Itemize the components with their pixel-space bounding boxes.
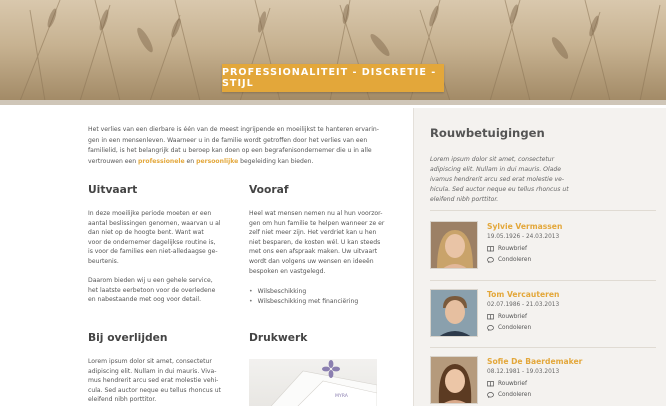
main-content: Het verlies van een dierbare is één van … [88,125,394,406]
hero-tagline: PROFESSIONALITEIT - DISCRETIE - STIJL [222,64,444,92]
rouwbrief-link[interactable]: Rouwbrief [487,381,527,387]
heading-vooraf[interactable]: Vooraf [249,183,394,196]
person-dates: 19.05.1926 - 24.03.2013 [487,234,560,240]
person-name[interactable]: Sylvie Vermassen [487,222,562,231]
vooraf-text: Heel wat mensen nemen nu al hun voorzor-… [249,210,385,275]
speech-bubble-icon [487,392,494,398]
link-wilsbeschikking-financiering[interactable]: Wilsbeschikking met financiëring [249,297,394,307]
card-text: MYRA [335,393,349,399]
link-professionele[interactable]: professionele [138,158,185,165]
heading-bij-overlijden[interactable]: Bij overlijden [88,331,233,344]
rouwbrief-link[interactable]: Rouwbrief [487,314,527,320]
vooraf-links: Wilsbeschikking Wilsbeschikking met fina… [249,287,394,307]
section-uitvaart: Uitvaart In deze moeilijke periode moete… [88,183,233,305]
heading-drukwerk[interactable]: Drukwerk [249,331,394,344]
person-name[interactable]: Sofie De Baerdemaker [487,357,582,366]
obituary-item: Sylvie Vermassen 19.05.1926 - 24.03.2013… [430,221,656,271]
divider [430,347,656,348]
sidebar-rouwbetuigingen: Rouwbetuigingen Lorem ipsum dolor sit am… [413,108,666,406]
hero-divider [0,100,666,105]
hero-banner: PROFESSIONALITEIT - DISCRETIE - STIJL [0,0,666,101]
speech-bubble-icon [487,257,494,263]
avatar[interactable] [430,221,478,269]
sidebar-intro: Lorem ipsum dolor sit amet, consectetur … [430,156,569,203]
drukwerk-image[interactable]: MYRA [249,359,377,406]
avatar[interactable] [430,356,478,404]
condoleren-link[interactable]: Condoleren [487,325,531,331]
uitvaart-text: In deze moeilijke periode moeten er een … [88,210,221,304]
obituary-item: Tom Vercauteren 02.07.1986 - 21.03.2013 … [430,289,656,339]
section-vooraf: Vooraf Heel wat mensen nemen nu al hun v… [249,183,394,307]
condoleren-link[interactable]: Condoleren [487,392,531,398]
book-icon [487,314,494,320]
heading-uitvaart[interactable]: Uitvaart [88,183,233,196]
condoleren-link[interactable]: Condoleren [487,257,531,263]
book-icon [487,246,494,252]
speech-bubble-icon [487,325,494,331]
intro-text: Het verlies van een dierbare is één van … [88,126,379,165]
sidebar-title: Rouwbetuigingen [430,126,545,140]
overlijden-text: Lorem ipsum dolor sit amet, consectetur … [88,358,221,404]
link-wilsbeschikking[interactable]: Wilsbeschikking [249,287,394,297]
section-drukwerk: Drukwerk [249,331,394,344]
section-bij-overlijden: Bij overlijden Lorem ipsum dolor sit ame… [88,331,233,405]
avatar[interactable] [430,289,478,337]
divider [430,210,656,211]
book-icon [487,381,494,387]
person-dates: 02.07.1986 - 21.03.2013 [487,302,560,308]
divider [430,280,656,281]
link-persoonlijke[interactable]: persoonlijke [196,158,238,165]
rouwbrief-link[interactable]: Rouwbrief [487,246,527,252]
person-name[interactable]: Tom Vercauteren [487,290,559,299]
obituary-item: Sofie De Baerdemaker 08.12.1981 - 19.03.… [430,356,656,406]
person-dates: 08.12.1981 - 19.03.2013 [487,369,560,375]
